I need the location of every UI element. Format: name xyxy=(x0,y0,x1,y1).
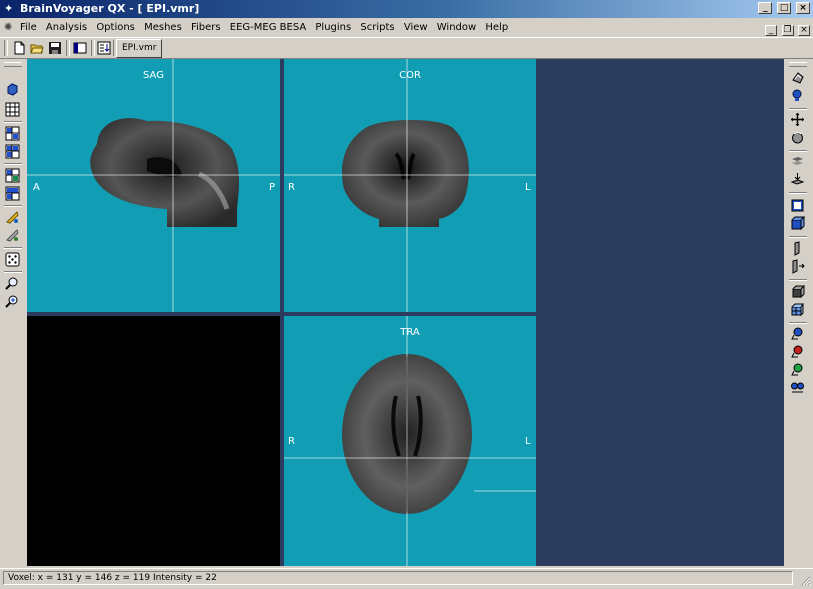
main-toolbar: EPI.vmr xyxy=(0,38,813,59)
toolbar-separator xyxy=(4,205,22,207)
resize-grip-icon[interactable] xyxy=(799,574,811,586)
slice-down-icon[interactable] xyxy=(790,172,805,187)
brainvoyager-app-icon[interactable]: ✦ xyxy=(4,2,17,15)
grid-large-icon[interactable] xyxy=(5,144,20,159)
new-document-icon[interactable] xyxy=(12,41,26,55)
brain-3d-icon[interactable] xyxy=(790,70,805,85)
window-title: BrainVoyager QX - [ EPI.vmr] xyxy=(20,2,200,15)
head-green-icon[interactable] xyxy=(790,362,805,377)
document-system-menu-icon[interactable]: ✺ xyxy=(4,22,15,33)
minimize-button[interactable]: _ xyxy=(758,2,773,14)
sagittal-slice-image xyxy=(27,59,280,312)
grid-icon[interactable] xyxy=(5,102,20,117)
window-layout-icon[interactable] xyxy=(73,41,87,55)
sagittal-view[interactable]: SAG A P xyxy=(27,59,280,312)
slab-arrow-icon[interactable] xyxy=(790,259,805,274)
view-label-cor: COR xyxy=(399,70,421,81)
slice-yellow-icon[interactable] xyxy=(5,210,20,225)
menu-fibers[interactable]: Fibers xyxy=(191,22,221,33)
menu-help[interactable]: Help xyxy=(485,22,508,33)
dice-icon[interactable] xyxy=(5,252,20,267)
slice-viewport[interactable]: SAG A P COR R L TRA R L xyxy=(27,59,784,566)
menu-analysis[interactable]: Analysis xyxy=(46,22,87,33)
menu-plugins[interactable]: Plugins xyxy=(315,22,351,33)
toolbar-separator xyxy=(4,121,22,123)
toolbar-grip xyxy=(4,62,22,67)
head-red-icon[interactable] xyxy=(790,344,805,359)
menu-file[interactable]: File xyxy=(20,22,37,33)
slice-gray-icon[interactable] xyxy=(5,228,20,243)
grid-compact-icon[interactable] xyxy=(5,186,20,201)
window-titlebar: ✦ BrainVoyager QX - [ EPI.vmr] _ □ × xyxy=(0,0,813,18)
open-folder-icon[interactable] xyxy=(30,41,44,55)
toolbar-separator xyxy=(789,322,807,324)
toolbar-separator xyxy=(789,150,807,152)
toolbar-separator xyxy=(4,247,22,249)
head-blue-icon[interactable] xyxy=(790,326,805,341)
orientation-left-r: R xyxy=(288,182,295,193)
voxel-status-text: Voxel: x = 131 y = 146 z = 119 Intensity… xyxy=(3,571,793,585)
coronal-slice-image xyxy=(284,59,536,312)
toolbar-separator xyxy=(4,271,22,273)
menu-options[interactable]: Options xyxy=(96,22,135,33)
orientation-right-p: P xyxy=(269,182,276,193)
document-tab-epi[interactable]: EPI.vmr xyxy=(116,39,163,58)
square-frame-icon[interactable] xyxy=(790,198,805,213)
orientation-right-l: L xyxy=(525,436,531,447)
toolbar-separator xyxy=(789,108,807,110)
orientation-left-r: R xyxy=(288,436,295,447)
head-pair-icon[interactable] xyxy=(790,380,805,395)
document-minimize-button[interactable]: _ xyxy=(765,25,777,36)
status-bar: Voxel: x = 131 y = 146 z = 119 Intensity… xyxy=(0,568,813,588)
window-controls: _ □ × xyxy=(757,2,810,15)
document-restore-button[interactable]: ❐ xyxy=(781,25,794,36)
cube-icon[interactable] xyxy=(5,82,20,97)
toolbar-grip xyxy=(789,62,807,67)
zoom-plus-icon[interactable] xyxy=(5,294,20,309)
right-toolbar xyxy=(787,60,809,565)
document-window-controls: _ ❐ × xyxy=(764,22,810,36)
orientation-left-a: A xyxy=(33,182,40,193)
menu-meshes[interactable]: Meshes xyxy=(144,22,182,33)
transversal-slice-image xyxy=(284,316,536,566)
maximize-button[interactable]: □ xyxy=(777,2,792,14)
view-label-tra: TRA xyxy=(400,327,420,338)
toolbar-separator xyxy=(91,40,95,56)
grid-multi-icon[interactable] xyxy=(5,168,20,183)
list-sort-icon[interactable] xyxy=(97,41,111,55)
toolbar-separator xyxy=(4,163,22,165)
cube-wire-icon[interactable] xyxy=(790,302,805,317)
move-cross-icon[interactable] xyxy=(790,112,805,127)
menubar: ✺ File Analysis Options Meshes Fibers EE… xyxy=(0,19,813,38)
toolbar-separator xyxy=(66,40,70,56)
close-button[interactable]: × xyxy=(796,2,810,14)
view-label-sag: SAG xyxy=(143,70,164,81)
transversal-view[interactable]: TRA R L xyxy=(284,316,536,566)
save-icon[interactable] xyxy=(48,41,62,55)
toolbar-grip xyxy=(4,40,8,56)
orientation-right-l: L xyxy=(525,182,531,193)
menu-eeg-meg-besa[interactable]: EEG-MEG BESA xyxy=(230,22,306,33)
toolbar-separator xyxy=(789,279,807,281)
left-toolbar xyxy=(2,60,24,565)
document-close-button[interactable]: × xyxy=(798,25,810,36)
3d-view[interactable] xyxy=(27,316,280,566)
zoom-icon[interactable] xyxy=(5,276,20,291)
slice-stack-icon[interactable] xyxy=(790,154,805,169)
head-icon[interactable] xyxy=(790,88,805,103)
grid-small-icon[interactable] xyxy=(5,126,20,141)
slab-icon[interactable] xyxy=(790,241,805,256)
menu-scripts[interactable]: Scripts xyxy=(360,22,394,33)
cube-frame-icon[interactable] xyxy=(790,216,806,231)
rotate-icon[interactable] xyxy=(790,130,805,145)
menu-view[interactable]: View xyxy=(404,22,428,33)
toolbar-separator xyxy=(789,192,807,194)
coronal-view[interactable]: COR R L xyxy=(284,59,536,312)
menu-window[interactable]: Window xyxy=(437,22,476,33)
box-3d-icon[interactable] xyxy=(790,284,806,299)
toolbar-separator xyxy=(789,236,807,238)
menu-items: File Analysis Options Meshes Fibers EEG-… xyxy=(20,22,514,33)
